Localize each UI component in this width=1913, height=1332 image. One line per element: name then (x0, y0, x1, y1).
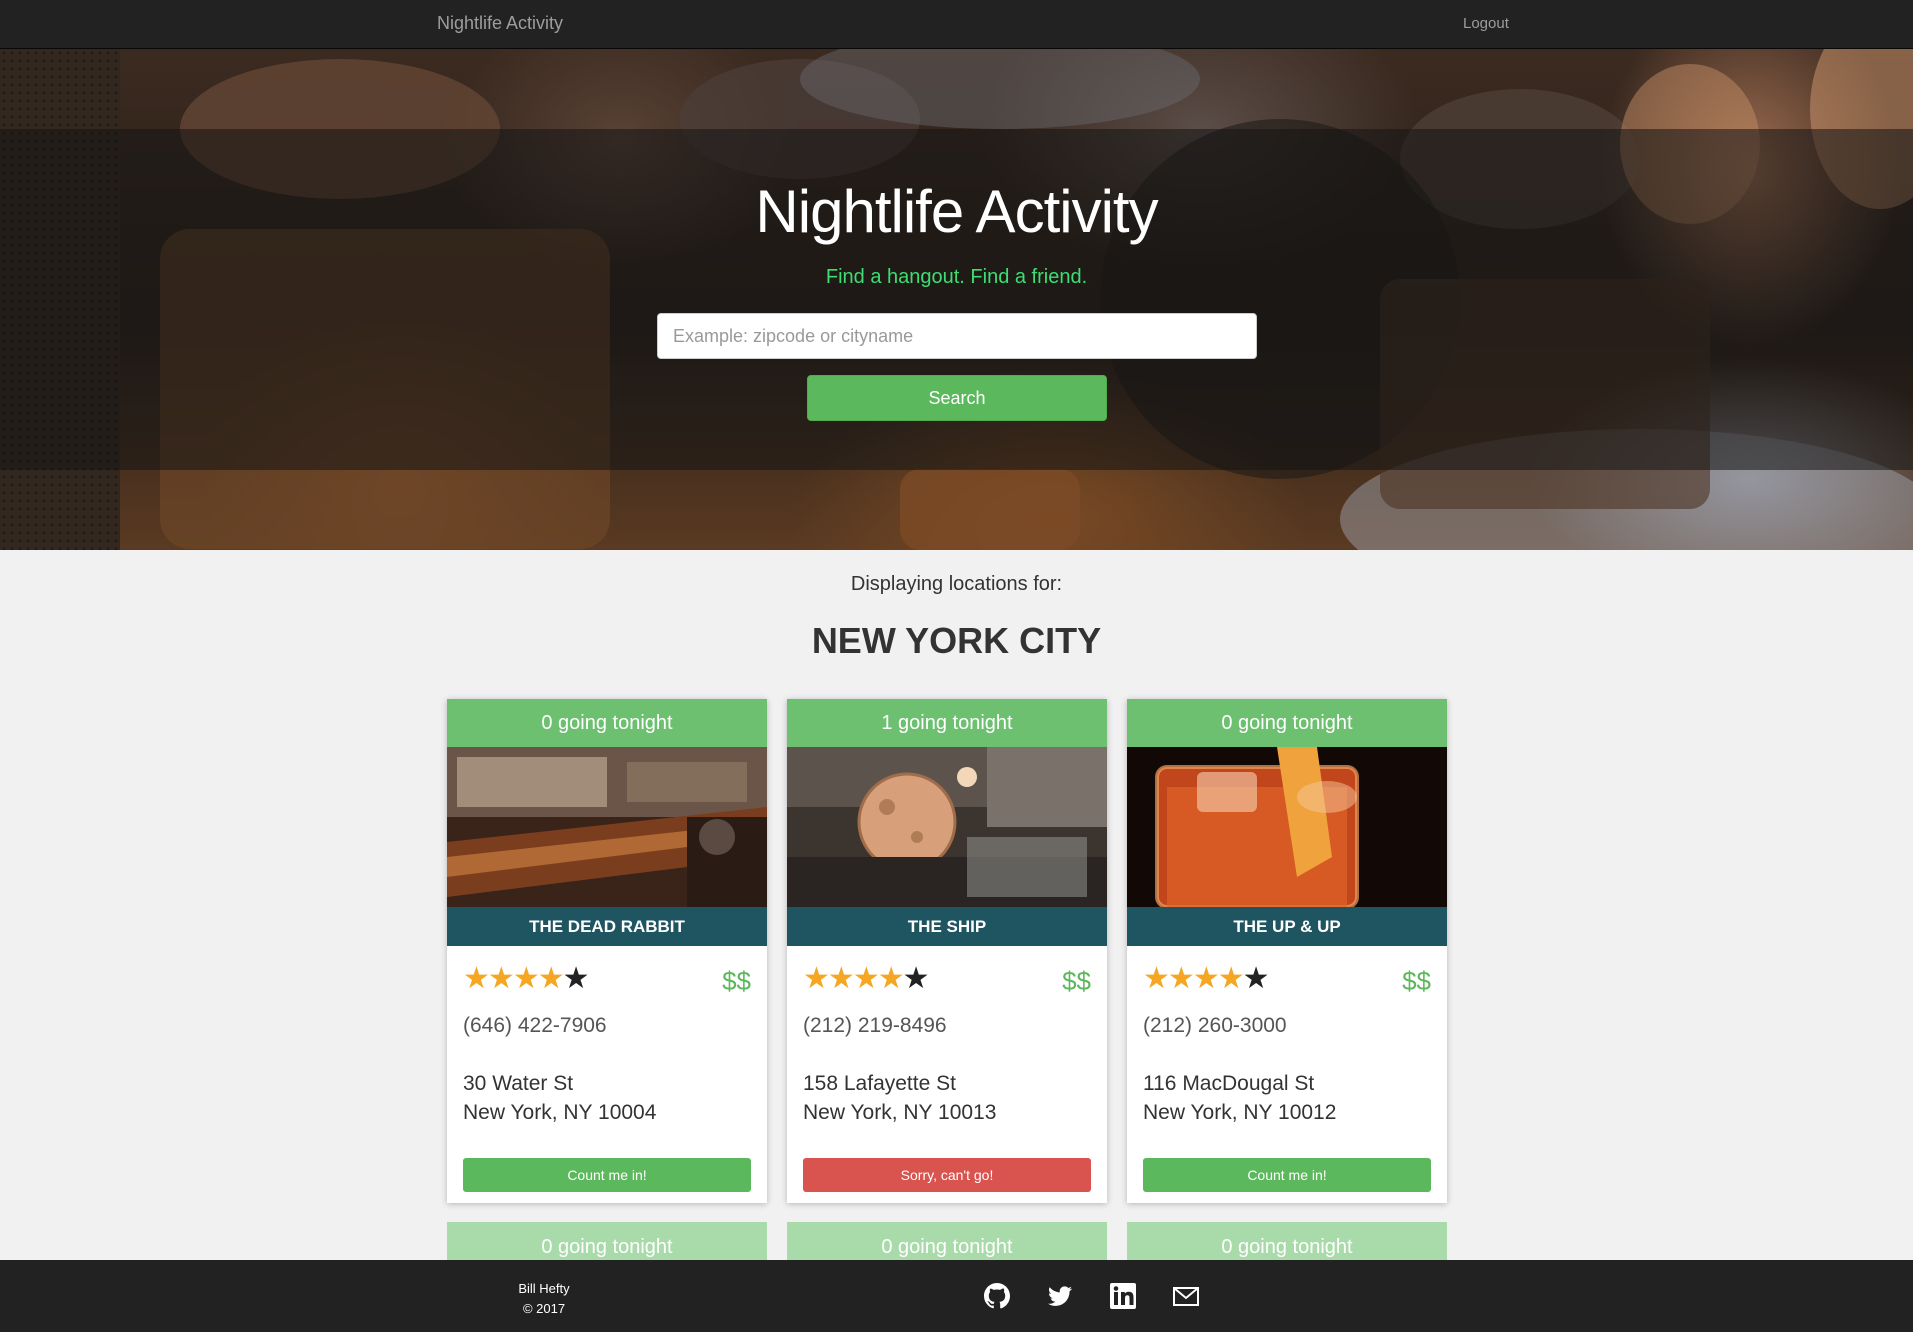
star-filled-icon: ★ (1192, 962, 1220, 995)
venue-photo (1127, 747, 1447, 907)
venue-photo (447, 747, 767, 907)
star-filled-icon: ★ (1143, 962, 1170, 995)
rating-stars: ★★★★★ (1143, 962, 1270, 996)
mail-icon[interactable] (1170, 1280, 1202, 1312)
venue-address-line2: New York, NY 10004 (463, 1101, 657, 1124)
hero-banner: Nightlife Activity Find a hangout. Find … (0, 49, 1913, 550)
twitter-icon[interactable] (1044, 1280, 1076, 1312)
star-filled-icon: ★ (463, 962, 490, 995)
rating-stars: ★★★★★ (463, 962, 590, 996)
footer: Bill Hefty © 2017 (0, 1260, 1913, 1332)
star-filled-icon: ★ (487, 962, 515, 995)
rating-stars: ★★★★★ (803, 962, 930, 996)
venue-address-line1: 116 MacDougal St (1143, 1072, 1315, 1095)
hero-title: Nightlife Activity (755, 178, 1158, 245)
displaying-label: Displaying locations for: (850, 573, 1063, 595)
star-filled-icon: ★ (852, 962, 880, 995)
copyright: © 2017 (522, 1301, 566, 1316)
venue-phone: (212) 219-8496 (803, 1014, 947, 1037)
search-input[interactable] (657, 313, 1257, 359)
star-filled-icon: ★ (512, 962, 540, 995)
logout-link[interactable]: Logout (1463, 15, 1509, 32)
search-button[interactable]: Search (807, 375, 1107, 421)
star-empty-icon: ★ (1242, 962, 1270, 995)
venue-address-line2: New York, NY 10013 (803, 1101, 997, 1124)
going-count: 0 going tonight (1127, 699, 1447, 747)
price-level: $$ (722, 966, 751, 996)
next-card-going-count: 0 going tonight (1127, 1222, 1447, 1260)
going-count: 0 going tonight (447, 699, 767, 747)
venue-address-line2: New York, NY 10012 (1143, 1101, 1337, 1124)
count-me-in-button[interactable]: Count me in! (463, 1158, 751, 1192)
cant-go-button[interactable]: Sorry, can't go! (803, 1158, 1091, 1192)
venue-name: THE SHIP (787, 907, 1107, 946)
footer-credit: Bill Hefty © 2017 (486, 1279, 602, 1319)
price-level: $$ (1062, 966, 1091, 996)
github-icon[interactable] (981, 1280, 1013, 1312)
venue-address-line1: 158 Lafayette St (803, 1072, 956, 1095)
star-filled-icon: ★ (1167, 962, 1195, 995)
venue-name: THE UP & UP (1127, 907, 1447, 946)
count-me-in-button[interactable]: Count me in! (1143, 1158, 1431, 1192)
venue-card: 0 going tonight THE DEAD RABBIT ★★★★★ $$… (447, 699, 767, 1203)
next-card-going-count: 0 going tonight (447, 1222, 767, 1260)
venue-phone: (212) 260-3000 (1143, 1014, 1287, 1037)
venue-phone: (646) 422-7906 (463, 1014, 607, 1037)
star-filled-icon: ★ (1217, 962, 1245, 995)
city-heading: NEW YORK CITY (811, 620, 1102, 661)
star-filled-icon: ★ (537, 962, 565, 995)
going-count: 1 going tonight (787, 699, 1107, 747)
venue-card: 1 going tonight THE SHIP ★★★★★ $$ (212) … (787, 699, 1107, 1203)
star-empty-icon: ★ (562, 962, 590, 995)
navbar: Nightlife Activity Logout (0, 0, 1913, 49)
star-filled-icon: ★ (877, 962, 905, 995)
venue-address-line1: 30 Water St (463, 1072, 574, 1095)
linkedin-icon[interactable] (1107, 1280, 1139, 1312)
price-level: $$ (1402, 966, 1431, 996)
author-name: Bill Hefty (518, 1281, 570, 1296)
next-card-going-count: 0 going tonight (787, 1222, 1107, 1260)
venue-name: THE DEAD RABBIT (447, 907, 767, 946)
venue-photo (787, 747, 1107, 907)
star-filled-icon: ★ (827, 962, 855, 995)
venue-card: 0 going tonight THE UP & UP ★★★★★ $$ (21… (1127, 699, 1447, 1203)
star-empty-icon: ★ (902, 962, 930, 995)
star-filled-icon: ★ (803, 962, 830, 995)
hero-subtitle: Find a hangout. Find a friend. (825, 266, 1088, 288)
brand-link[interactable]: Nightlife Activity (437, 13, 563, 34)
